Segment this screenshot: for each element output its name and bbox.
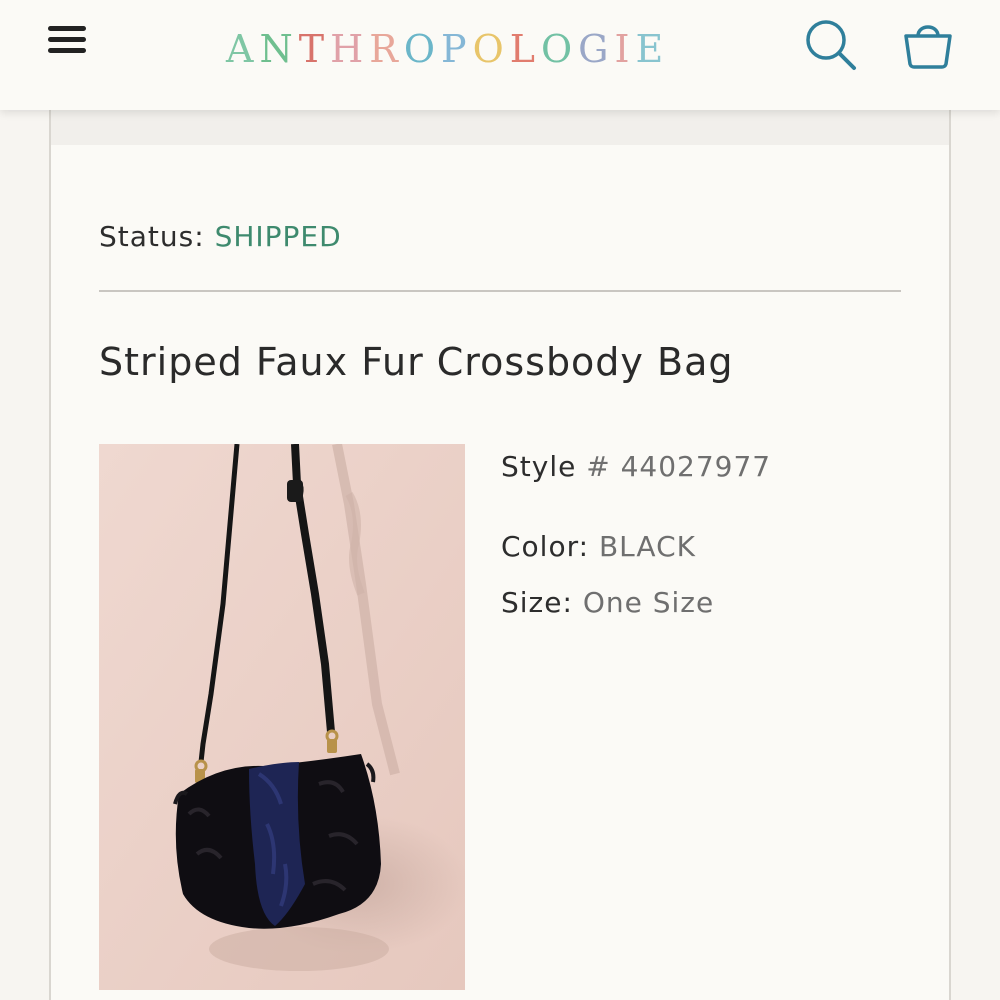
panel-top-band — [51, 110, 949, 145]
style-label: Style — [501, 450, 577, 483]
product-image[interactable] — [99, 444, 465, 990]
status-value: SHIPPED — [214, 220, 342, 253]
size-value: One Size — [582, 586, 715, 619]
size-detail: Size: One Size — [501, 586, 714, 619]
logo-letter: R — [369, 27, 404, 71]
hamburger-menu-icon[interactable] — [44, 20, 90, 58]
status-label: Status: — [99, 220, 205, 253]
size-label: Size: — [501, 586, 573, 619]
logo-letter: O — [403, 27, 441, 71]
divider — [99, 290, 901, 292]
logo-letter: E — [635, 27, 670, 71]
order-item-panel: Status: SHIPPED Striped Faux Fur Crossbo… — [49, 110, 951, 1000]
anthropologie-logo[interactable]: ANTHROPOLOGIE — [226, 24, 696, 74]
color-detail: Color: BLACK — [501, 530, 696, 563]
style-value: # 44027977 — [586, 450, 772, 483]
logo-letter: G — [578, 27, 615, 71]
style-number: Style # 44027977 — [501, 450, 771, 483]
logo-letter: O — [540, 27, 579, 71]
color-label: Color: — [501, 530, 590, 563]
logo-letter: N — [259, 27, 299, 71]
logo-letter: I — [614, 27, 636, 71]
logo-letter: T — [298, 27, 331, 71]
color-value: BLACK — [598, 530, 696, 563]
shopping-bag-icon[interactable] — [896, 14, 960, 76]
product-title: Striped Faux Fur Crossbody Bag — [99, 340, 734, 384]
logo-letter: O — [472, 27, 510, 71]
logo-letter: H — [330, 27, 370, 71]
logo-letter: A — [226, 27, 260, 71]
order-status: Status: SHIPPED — [99, 220, 342, 253]
site-header: ANTHROPOLOGIE — [0, 0, 1000, 110]
logo-letter: P — [440, 27, 473, 71]
logo-letter: L — [509, 27, 541, 71]
search-icon[interactable] — [800, 14, 862, 76]
